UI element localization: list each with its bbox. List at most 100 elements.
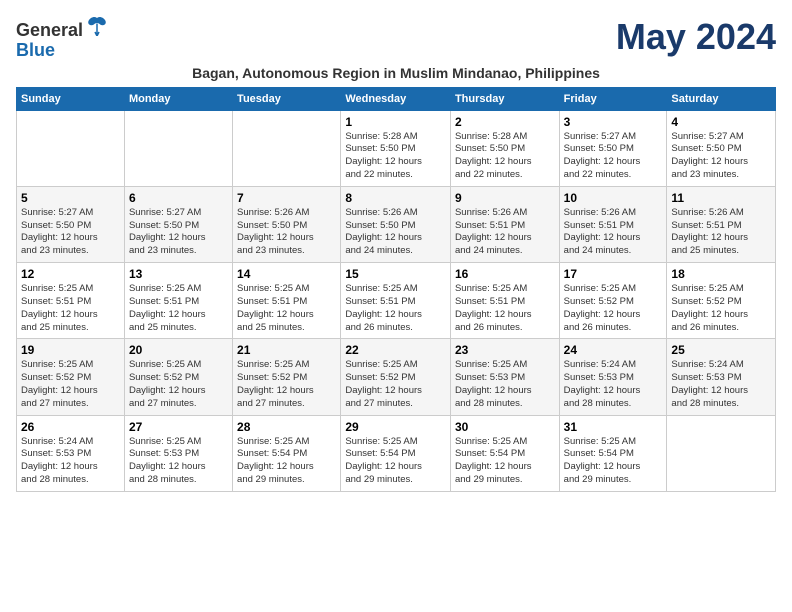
calendar-cell: 13Sunrise: 5:25 AM Sunset: 5:51 PM Dayli… <box>124 263 232 339</box>
calendar-cell <box>17 110 125 186</box>
weekday-header-wednesday: Wednesday <box>341 87 451 110</box>
calendar-cell <box>124 110 232 186</box>
weekday-header-saturday: Saturday <box>667 87 776 110</box>
day-number: 28 <box>237 420 336 434</box>
day-info: Sunrise: 5:26 AM Sunset: 5:51 PM Dayligh… <box>671 207 771 258</box>
weekday-header-sunday: Sunday <box>17 87 125 110</box>
location-title: Bagan, Autonomous Region in Muslim Minda… <box>16 65 776 81</box>
day-number: 31 <box>564 420 663 434</box>
day-info: Sunrise: 5:25 AM Sunset: 5:54 PM Dayligh… <box>564 436 663 487</box>
day-info: Sunrise: 5:25 AM Sunset: 5:54 PM Dayligh… <box>455 436 555 487</box>
day-number: 25 <box>671 343 771 357</box>
day-number: 5 <box>21 191 120 205</box>
day-number: 12 <box>21 267 120 281</box>
day-info: Sunrise: 5:27 AM Sunset: 5:50 PM Dayligh… <box>21 207 120 258</box>
calendar-cell: 15 Sunrise: 5:25 AM Sunset: 5:51 PM Dayli… <box>341 263 451 339</box>
day-number: 6 <box>129 191 228 205</box>
logo-bird-icon <box>85 16 109 36</box>
weekday-header-thursday: Thursday <box>450 87 559 110</box>
day-number: 11 <box>671 191 771 205</box>
day-number: 14 <box>237 267 336 281</box>
day-number: 29 <box>345 420 446 434</box>
calendar-header-row: SundayMondayTuesdayWednesdayThursdayFrid… <box>17 87 776 110</box>
day-number: 16 <box>455 267 555 281</box>
day-info: Sunrise: 5:25 AM Sunset: 5:51 PM Dayligh… <box>237 283 336 334</box>
calendar-cell: 29 Sunrise: 5:25 AM Sunset: 5:54 PM Dayli… <box>341 415 451 491</box>
calendar-cell: 26 Sunrise: 5:24 AM Sunset: 5:53 PM Dayli… <box>17 415 125 491</box>
calendar-cell: 23Sunrise: 5:25 AM Sunset: 5:53 PM Dayli… <box>450 339 559 415</box>
day-info: Sunrise: 5:27 AM Sunset: 5:50 PM Dayligh… <box>129 207 228 258</box>
calendar-week-row: 12 Sunrise: 5:25 AM Sunset: 5:51 PM Dayli… <box>17 263 776 339</box>
day-info: Sunrise: 5:25 AM Sunset: 5:52 PM Dayligh… <box>345 359 446 410</box>
weekday-header-monday: Monday <box>124 87 232 110</box>
calendar-cell: 8 Sunrise: 5:26 AM Sunset: 5:50 PM Daylig… <box>341 186 451 262</box>
day-number: 1 <box>345 115 446 129</box>
day-info: Sunrise: 5:28 AM Sunset: 5:50 PM Dayligh… <box>455 131 555 182</box>
day-info: Sunrise: 5:25 AM Sunset: 5:54 PM Dayligh… <box>237 436 336 487</box>
day-info: Sunrise: 5:25 AM Sunset: 5:51 PM Dayligh… <box>455 283 555 334</box>
calendar-cell: 9 Sunrise: 5:26 AM Sunset: 5:51 PM Daylig… <box>450 186 559 262</box>
calendar-cell: 16 Sunrise: 5:25 AM Sunset: 5:51 PM Dayli… <box>450 263 559 339</box>
calendar-cell <box>233 110 341 186</box>
day-number: 3 <box>564 115 663 129</box>
calendar-cell: 22 Sunrise: 5:25 AM Sunset: 5:52 PM Dayli… <box>341 339 451 415</box>
day-number: 8 <box>345 191 446 205</box>
weekday-header-tuesday: Tuesday <box>233 87 341 110</box>
day-info: Sunrise: 5:24 AM Sunset: 5:53 PM Dayligh… <box>21 436 120 487</box>
calendar-cell: 19Sunrise: 5:25 AM Sunset: 5:52 PM Dayli… <box>17 339 125 415</box>
day-number: 17 <box>564 267 663 281</box>
calendar-cell: 27 Sunrise: 5:25 AM Sunset: 5:53 PM Dayli… <box>124 415 232 491</box>
day-number: 2 <box>455 115 555 129</box>
calendar-cell: 18 Sunrise: 5:25 AM Sunset: 5:52 PM Dayli… <box>667 263 776 339</box>
day-number: 19 <box>21 343 120 357</box>
day-number: 18 <box>671 267 771 281</box>
day-number: 23 <box>455 343 555 357</box>
day-number: 27 <box>129 420 228 434</box>
day-number: 13 <box>129 267 228 281</box>
day-info: Sunrise: 5:25 AM Sunset: 5:51 PM Dayligh… <box>345 283 446 334</box>
calendar-cell: 31 Sunrise: 5:25 AM Sunset: 5:54 PM Dayli… <box>559 415 667 491</box>
calendar-cell: 24 Sunrise: 5:24 AM Sunset: 5:53 PM Dayli… <box>559 339 667 415</box>
day-info: Sunrise: 5:24 AM Sunset: 5:53 PM Dayligh… <box>564 359 663 410</box>
calendar-cell <box>667 415 776 491</box>
calendar-cell: 21Sunrise: 5:25 AM Sunset: 5:52 PM Dayli… <box>233 339 341 415</box>
day-number: 30 <box>455 420 555 434</box>
day-number: 7 <box>237 191 336 205</box>
calendar-week-row: 1 Sunrise: 5:28 AM Sunset: 5:50 PM Daylig… <box>17 110 776 186</box>
day-info: Sunrise: 5:25 AM Sunset: 5:52 PM Dayligh… <box>129 359 228 410</box>
day-info: Sunrise: 5:25 AM Sunset: 5:53 PM Dayligh… <box>129 436 228 487</box>
day-info: Sunrise: 5:28 AM Sunset: 5:50 PM Dayligh… <box>345 131 446 182</box>
calendar-cell: 12Sunrise: 5:25 AM Sunset: 5:51 PM Dayli… <box>17 263 125 339</box>
calendar-cell: 10 Sunrise: 5:26 AM Sunset: 5:51 PM Dayli… <box>559 186 667 262</box>
weekday-header-friday: Friday <box>559 87 667 110</box>
calendar-week-row: 19 Sunrise: 5:25 AM Sunset: 5:52 PM Dayli… <box>17 339 776 415</box>
day-number: 26 <box>21 420 120 434</box>
day-number: 10 <box>564 191 663 205</box>
day-number: 24 <box>564 343 663 357</box>
month-title: May 2024 <box>616 16 776 58</box>
calendar-cell: 2 Sunrise: 5:28 AM Sunset: 5:50 PM Daylig… <box>450 110 559 186</box>
day-info: Sunrise: 5:25 AM Sunset: 5:52 PM Dayligh… <box>237 359 336 410</box>
calendar-cell: 30 Sunrise: 5:25 AM Sunset: 5:54 PM Dayli… <box>450 415 559 491</box>
day-info: Sunrise: 5:27 AM Sunset: 5:50 PM Dayligh… <box>671 131 771 182</box>
calendar-cell: 25Sunrise: 5:24 AM Sunset: 5:53 PM Dayli… <box>667 339 776 415</box>
day-number: 15 <box>345 267 446 281</box>
day-info: Sunrise: 5:26 AM Sunset: 5:50 PM Dayligh… <box>345 207 446 258</box>
calendar-cell: 6 Sunrise: 5:27 AM Sunset: 5:50 PM Daylig… <box>124 186 232 262</box>
logo-blue: Blue <box>16 40 55 60</box>
day-info: Sunrise: 5:26 AM Sunset: 5:51 PM Dayligh… <box>564 207 663 258</box>
day-info: Sunrise: 5:25 AM Sunset: 5:52 PM Dayligh… <box>671 283 771 334</box>
day-number: 9 <box>455 191 555 205</box>
calendar-cell: 3 Sunrise: 5:27 AM Sunset: 5:50 PM Daylig… <box>559 110 667 186</box>
calendar-cell: 5 Sunrise: 5:27 AM Sunset: 5:50 PM Daylig… <box>17 186 125 262</box>
page-header: General Blue May 2024 <box>16 16 776 61</box>
logo-general: General <box>16 20 83 40</box>
day-info: Sunrise: 5:25 AM Sunset: 5:52 PM Dayligh… <box>564 283 663 334</box>
calendar-cell: 11 Sunrise: 5:26 AM Sunset: 5:51 PM Dayli… <box>667 186 776 262</box>
day-number: 4 <box>671 115 771 129</box>
day-info: Sunrise: 5:26 AM Sunset: 5:51 PM Dayligh… <box>455 207 555 258</box>
day-number: 22 <box>345 343 446 357</box>
day-info: Sunrise: 5:25 AM Sunset: 5:54 PM Dayligh… <box>345 436 446 487</box>
day-info: Sunrise: 5:27 AM Sunset: 5:50 PM Dayligh… <box>564 131 663 182</box>
calendar-cell: 1 Sunrise: 5:28 AM Sunset: 5:50 PM Daylig… <box>341 110 451 186</box>
